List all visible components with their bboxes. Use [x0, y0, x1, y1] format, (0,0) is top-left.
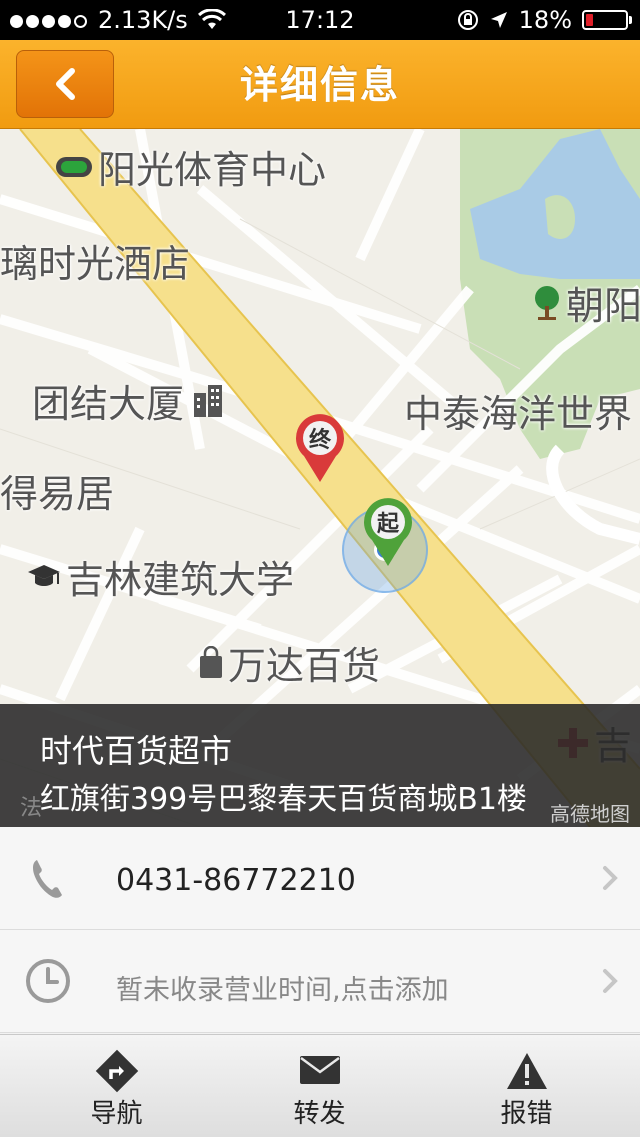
- building-icon: [194, 384, 223, 417]
- map-label-jilin-jianzhu: 吉林建筑大学: [26, 549, 294, 604]
- map-label-zhongtai-ocean: 中泰海洋世界: [404, 392, 633, 436]
- place-address: 红旗街399号巴黎春天百货商城B1楼: [40, 782, 527, 817]
- rotation-lock-icon: [457, 10, 478, 30]
- map-brand-label: 高德地图: [550, 802, 630, 826]
- stadium-icon: [56, 156, 92, 177]
- tab-forward-label: 转发: [293, 1099, 346, 1129]
- tab-report-error-label: 报错: [500, 1099, 553, 1129]
- nav-bar: 详细信息: [0, 40, 640, 129]
- map-partial-label: 法: [20, 796, 43, 821]
- navigation-icon: [95, 1049, 138, 1093]
- tree-icon: [535, 285, 559, 320]
- chevron-right-icon: [603, 969, 618, 993]
- chevron-right-icon: [603, 866, 618, 890]
- envelope-icon: [299, 1056, 340, 1084]
- map-label-glass-hotel: 璃时光酒店: [0, 242, 191, 286]
- detail-list: 0431-86772210 暂未收录营业时间,点击添加: [0, 827, 640, 1033]
- map-label-unity-building: 团结大厦: [32, 373, 230, 428]
- phone-number: 0431-86772210: [116, 863, 356, 898]
- map-label-wanda-store: 万达百货: [198, 635, 380, 690]
- battery-icon: [582, 10, 632, 30]
- battery-percent: 18%: [518, 6, 572, 34]
- battery-fill: [586, 14, 593, 26]
- shopping-bag-icon: [200, 645, 222, 678]
- warning-icon: [506, 1053, 547, 1089]
- tab-forward[interactable]: 转发: [213, 1035, 426, 1137]
- clock-icon: [26, 959, 70, 1003]
- end-pin-label: 终: [308, 428, 331, 453]
- tab-navigation[interactable]: 导航: [10, 1035, 223, 1137]
- hours-row[interactable]: 暂未收录营业时间,点击添加: [0, 930, 640, 1033]
- status-bar: 2.13K/s 17:12 18%: [0, 0, 640, 40]
- end-pin[interactable]: 终: [292, 412, 348, 484]
- status-right: 18%: [457, 6, 632, 34]
- place-info-overlay: 法 时代百货超市 红旗街399号巴黎春天百货商城B1楼 高德地图: [0, 704, 640, 827]
- page-title: 详细信息: [239, 63, 400, 107]
- tab-report-error[interactable]: 报错: [420, 1035, 633, 1137]
- graduation-cap-icon: [28, 564, 60, 586]
- place-name: 时代百货超市: [40, 732, 233, 770]
- location-arrow-icon: [490, 12, 507, 28]
- tab-bar: 导航 转发 报错: [0, 1034, 640, 1137]
- map-label-deyi-ju: 得易居: [0, 472, 115, 516]
- hours-placeholder: 暂未收录营业时间,点击添加: [116, 975, 449, 1006]
- start-pin[interactable]: 起: [360, 496, 416, 568]
- tab-navigation-label: 导航: [90, 1099, 143, 1129]
- start-pin-label: 起: [376, 512, 399, 537]
- map-label-chaoyang: 朝阳: [532, 275, 640, 330]
- map-label-sun-sports-center: 阳光体育中心: [54, 139, 326, 194]
- phone-icon: [33, 860, 62, 898]
- phone-row[interactable]: 0431-86772210: [0, 827, 640, 930]
